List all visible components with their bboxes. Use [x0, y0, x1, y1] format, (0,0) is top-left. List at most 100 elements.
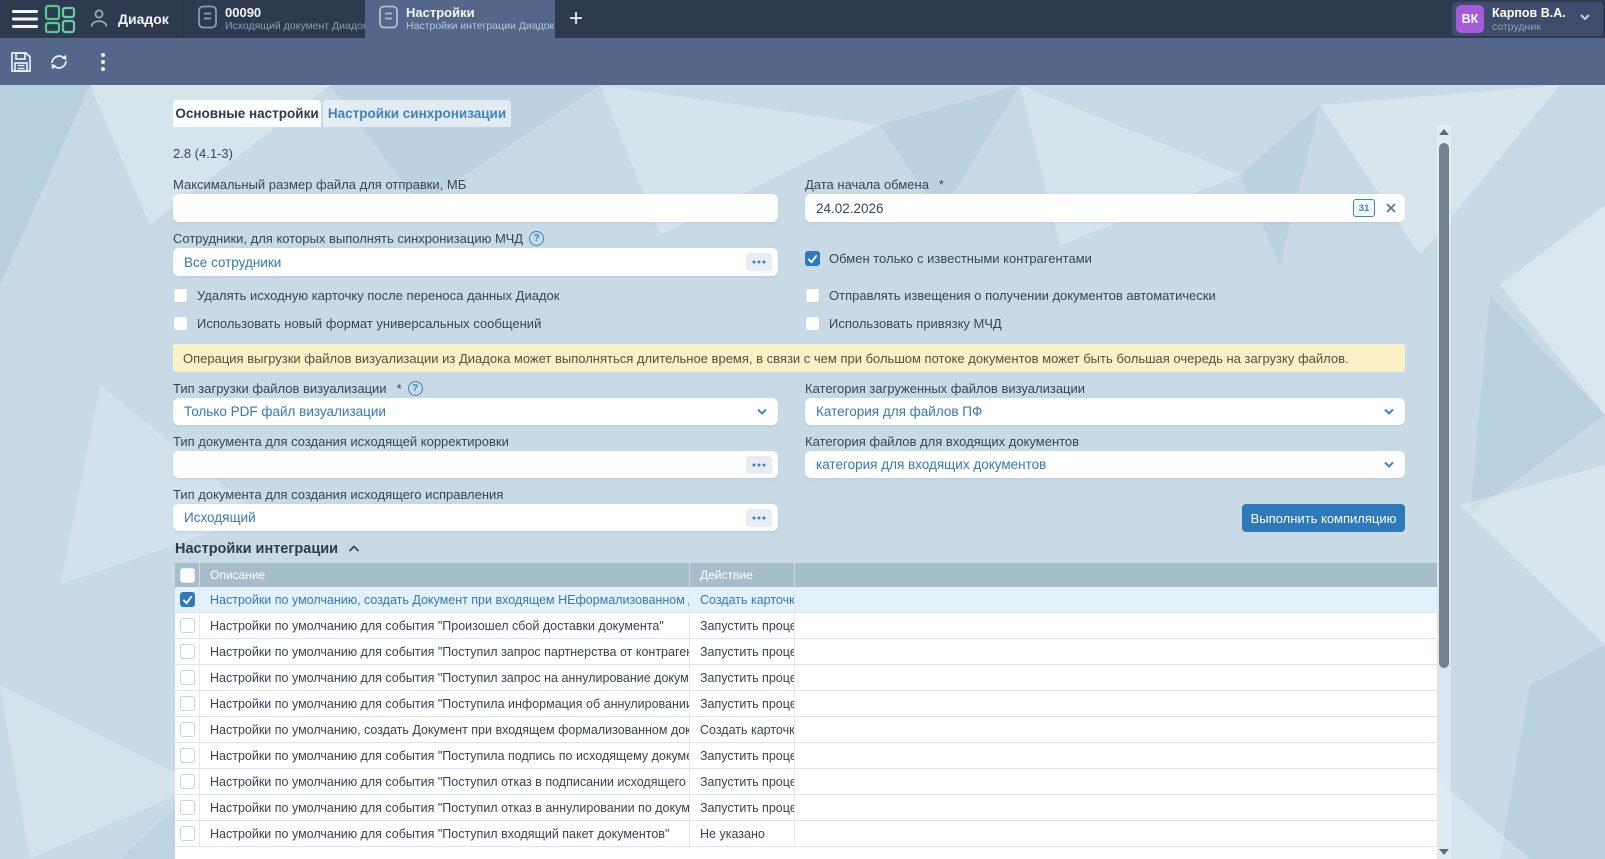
checkbox-delete-card[interactable]: Удалять исходную карточку после переноса…: [173, 288, 559, 303]
checkbox-new-format[interactable]: Использовать новый формат универсальных …: [173, 316, 541, 331]
row-description: Настройки по умолчанию для события "Пост…: [200, 639, 690, 664]
scroll-down-arrow[interactable]: [1439, 849, 1449, 855]
table-row[interactable]: Настройки по умолчанию для события "Пост…: [175, 743, 1437, 769]
row-action[interactable]: Запустить процесс: [690, 795, 795, 820]
tab-diadok[interactable]: Диадок: [80, 0, 180, 38]
checkbox-icon[interactable]: [173, 288, 188, 303]
viz-category-value: Категория для файлов ПФ: [805, 404, 982, 419]
viz-category-label: Категория загруженных файлов визуализаци…: [805, 381, 1085, 396]
scroll-up-arrow[interactable]: [1439, 129, 1449, 135]
user-menu[interactable]: ВК Карпов В.А. сотрудник: [1452, 2, 1603, 36]
max-file-size-input[interactable]: [173, 194, 778, 222]
viz-type-select[interactable]: Только PDF файл визуализации: [173, 398, 778, 425]
document-icon: [379, 5, 398, 34]
new-tab-button[interactable]: +: [558, 0, 594, 38]
row-checkbox[interactable]: [180, 800, 195, 815]
table-row[interactable]: Настройки по умолчанию, создать Документ…: [175, 587, 1437, 613]
tab-main-settings[interactable]: Основные настройки: [173, 100, 321, 127]
table-row[interactable]: Настройки по умолчанию для события "Пост…: [175, 665, 1437, 691]
chevron-down-icon[interactable]: [1379, 451, 1399, 478]
table-row[interactable]: Настройки по умолчанию для события "Пост…: [175, 639, 1437, 665]
fix-doc-value: Исходящий: [173, 510, 256, 525]
row-description: Настройки по умолчанию для события "Пост…: [200, 665, 690, 690]
row-action[interactable]: Запустить процесс: [690, 743, 795, 768]
save-button[interactable]: [8, 49, 34, 75]
scrollbar-thumb[interactable]: [1439, 143, 1449, 668]
compile-button[interactable]: Выполнить компиляцию: [1242, 504, 1405, 532]
integration-section-title: Настройки интеграции: [175, 541, 360, 557]
column-action: Действие: [690, 568, 753, 582]
column-description: Описание: [200, 568, 265, 582]
more-actions-button[interactable]: [90, 49, 116, 75]
tab-document-00090[interactable]: 00090 Исходящий документ Диадок: [183, 0, 365, 38]
table-row[interactable]: Настройки по умолчанию, создать Документ…: [175, 717, 1437, 743]
table-filler-row: [175, 847, 1437, 859]
row-checkbox[interactable]: [180, 826, 195, 841]
checkbox-icon[interactable]: [805, 288, 820, 303]
toolbar: [0, 38, 1605, 85]
ellipsis-picker-icon[interactable]: [746, 253, 772, 271]
row-checkbox[interactable]: [180, 618, 195, 633]
help-icon[interactable]: ?: [408, 381, 423, 396]
row-checkbox[interactable]: [180, 748, 195, 763]
checkbox-icon[interactable]: [805, 316, 820, 331]
row-action[interactable]: Запустить процесс: [690, 691, 795, 716]
refresh-button[interactable]: [46, 49, 72, 75]
select-all-checkbox[interactable]: [180, 568, 195, 583]
row-checkbox[interactable]: [180, 696, 195, 711]
user-role: сотрудник: [1492, 21, 1566, 33]
vertical-scrollbar[interactable]: [1437, 125, 1451, 859]
table-row[interactable]: Настройки по умолчанию для события "Пост…: [175, 769, 1437, 795]
table-header: Описание Действие: [175, 563, 1437, 587]
row-checkbox[interactable]: [180, 644, 195, 659]
checkbox-icon[interactable]: [173, 316, 188, 331]
row-description: Настройки по умолчанию для события "Прои…: [200, 613, 690, 638]
chevron-down-icon: [1578, 10, 1592, 28]
row-action[interactable]: Создать карточку: [690, 587, 795, 612]
checkbox-mchd-binding[interactable]: Использовать привязку МЧД: [805, 316, 1002, 331]
row-action[interactable]: Создать карточку: [690, 717, 795, 742]
checkbox-auto-notices[interactable]: Отправлять извещения о получении докумен…: [805, 288, 1216, 303]
row-action[interactable]: Запустить процесс: [690, 613, 795, 638]
hamburger-menu-icon[interactable]: [8, 7, 42, 31]
viz-category-select[interactable]: Категория для файлов ПФ: [805, 398, 1405, 425]
row-description: Настройки по умолчанию для события "Пост…: [200, 795, 690, 820]
row-checkbox[interactable]: [180, 670, 195, 685]
row-checkbox[interactable]: [180, 592, 195, 607]
fix-doc-input[interactable]: Исходящий: [173, 504, 778, 531]
collapse-icon[interactable]: [348, 545, 360, 553]
ellipsis-picker-icon[interactable]: [746, 456, 772, 474]
calendar-icon[interactable]: 31: [1353, 199, 1375, 217]
employees-mchd-input[interactable]: Все сотрудники: [173, 248, 778, 276]
incoming-category-select[interactable]: категория для входящих документов: [805, 451, 1405, 478]
row-checkbox[interactable]: [180, 722, 195, 737]
tab-diadok-label: Диадок: [118, 11, 169, 27]
tab-settings[interactable]: Настройки Настройки интеграции Диадок: [365, 0, 555, 38]
row-action[interactable]: Запустить процесс: [690, 639, 795, 664]
correction-doc-input[interactable]: [173, 451, 778, 478]
row-description: Настройки по умолчанию для события "Пост…: [200, 821, 690, 846]
row-action[interactable]: Не указано: [690, 821, 795, 846]
integration-table: Описание Действие Настройки по умолчанию…: [175, 563, 1437, 859]
row-action[interactable]: Запустить процесс: [690, 665, 795, 690]
exchange-date-input[interactable]: 24.02.2026 31: [805, 194, 1405, 222]
clear-date-icon[interactable]: [1383, 200, 1399, 216]
tab-sync-settings[interactable]: Настройки синхронизации: [323, 100, 511, 127]
row-description: Настройки по умолчанию для события "Пост…: [200, 769, 690, 794]
checkbox-icon[interactable]: [805, 251, 820, 266]
table-row[interactable]: Настройки по умолчанию для события "Пост…: [175, 691, 1437, 717]
chevron-down-icon[interactable]: [1379, 398, 1399, 425]
checkbox-known-counterparties[interactable]: Обмен только с известными контрагентами: [805, 251, 1092, 266]
table-row[interactable]: Настройки по умолчанию для события "Пост…: [175, 795, 1437, 821]
apps-grid-icon[interactable]: [44, 4, 76, 34]
viz-type-value: Только PDF файл визуализации: [173, 404, 386, 419]
tab-settings-title: Настройки: [406, 5, 554, 20]
row-checkbox[interactable]: [180, 774, 195, 789]
chevron-down-icon[interactable]: [752, 398, 772, 425]
document-icon: [198, 5, 217, 34]
table-row[interactable]: Настройки по умолчанию для события "Прои…: [175, 613, 1437, 639]
ellipsis-picker-icon[interactable]: [746, 509, 772, 527]
help-icon[interactable]: ?: [529, 231, 544, 246]
row-action[interactable]: Запустить процесс: [690, 769, 795, 794]
table-row[interactable]: Настройки по умолчанию для события "Пост…: [175, 821, 1437, 847]
